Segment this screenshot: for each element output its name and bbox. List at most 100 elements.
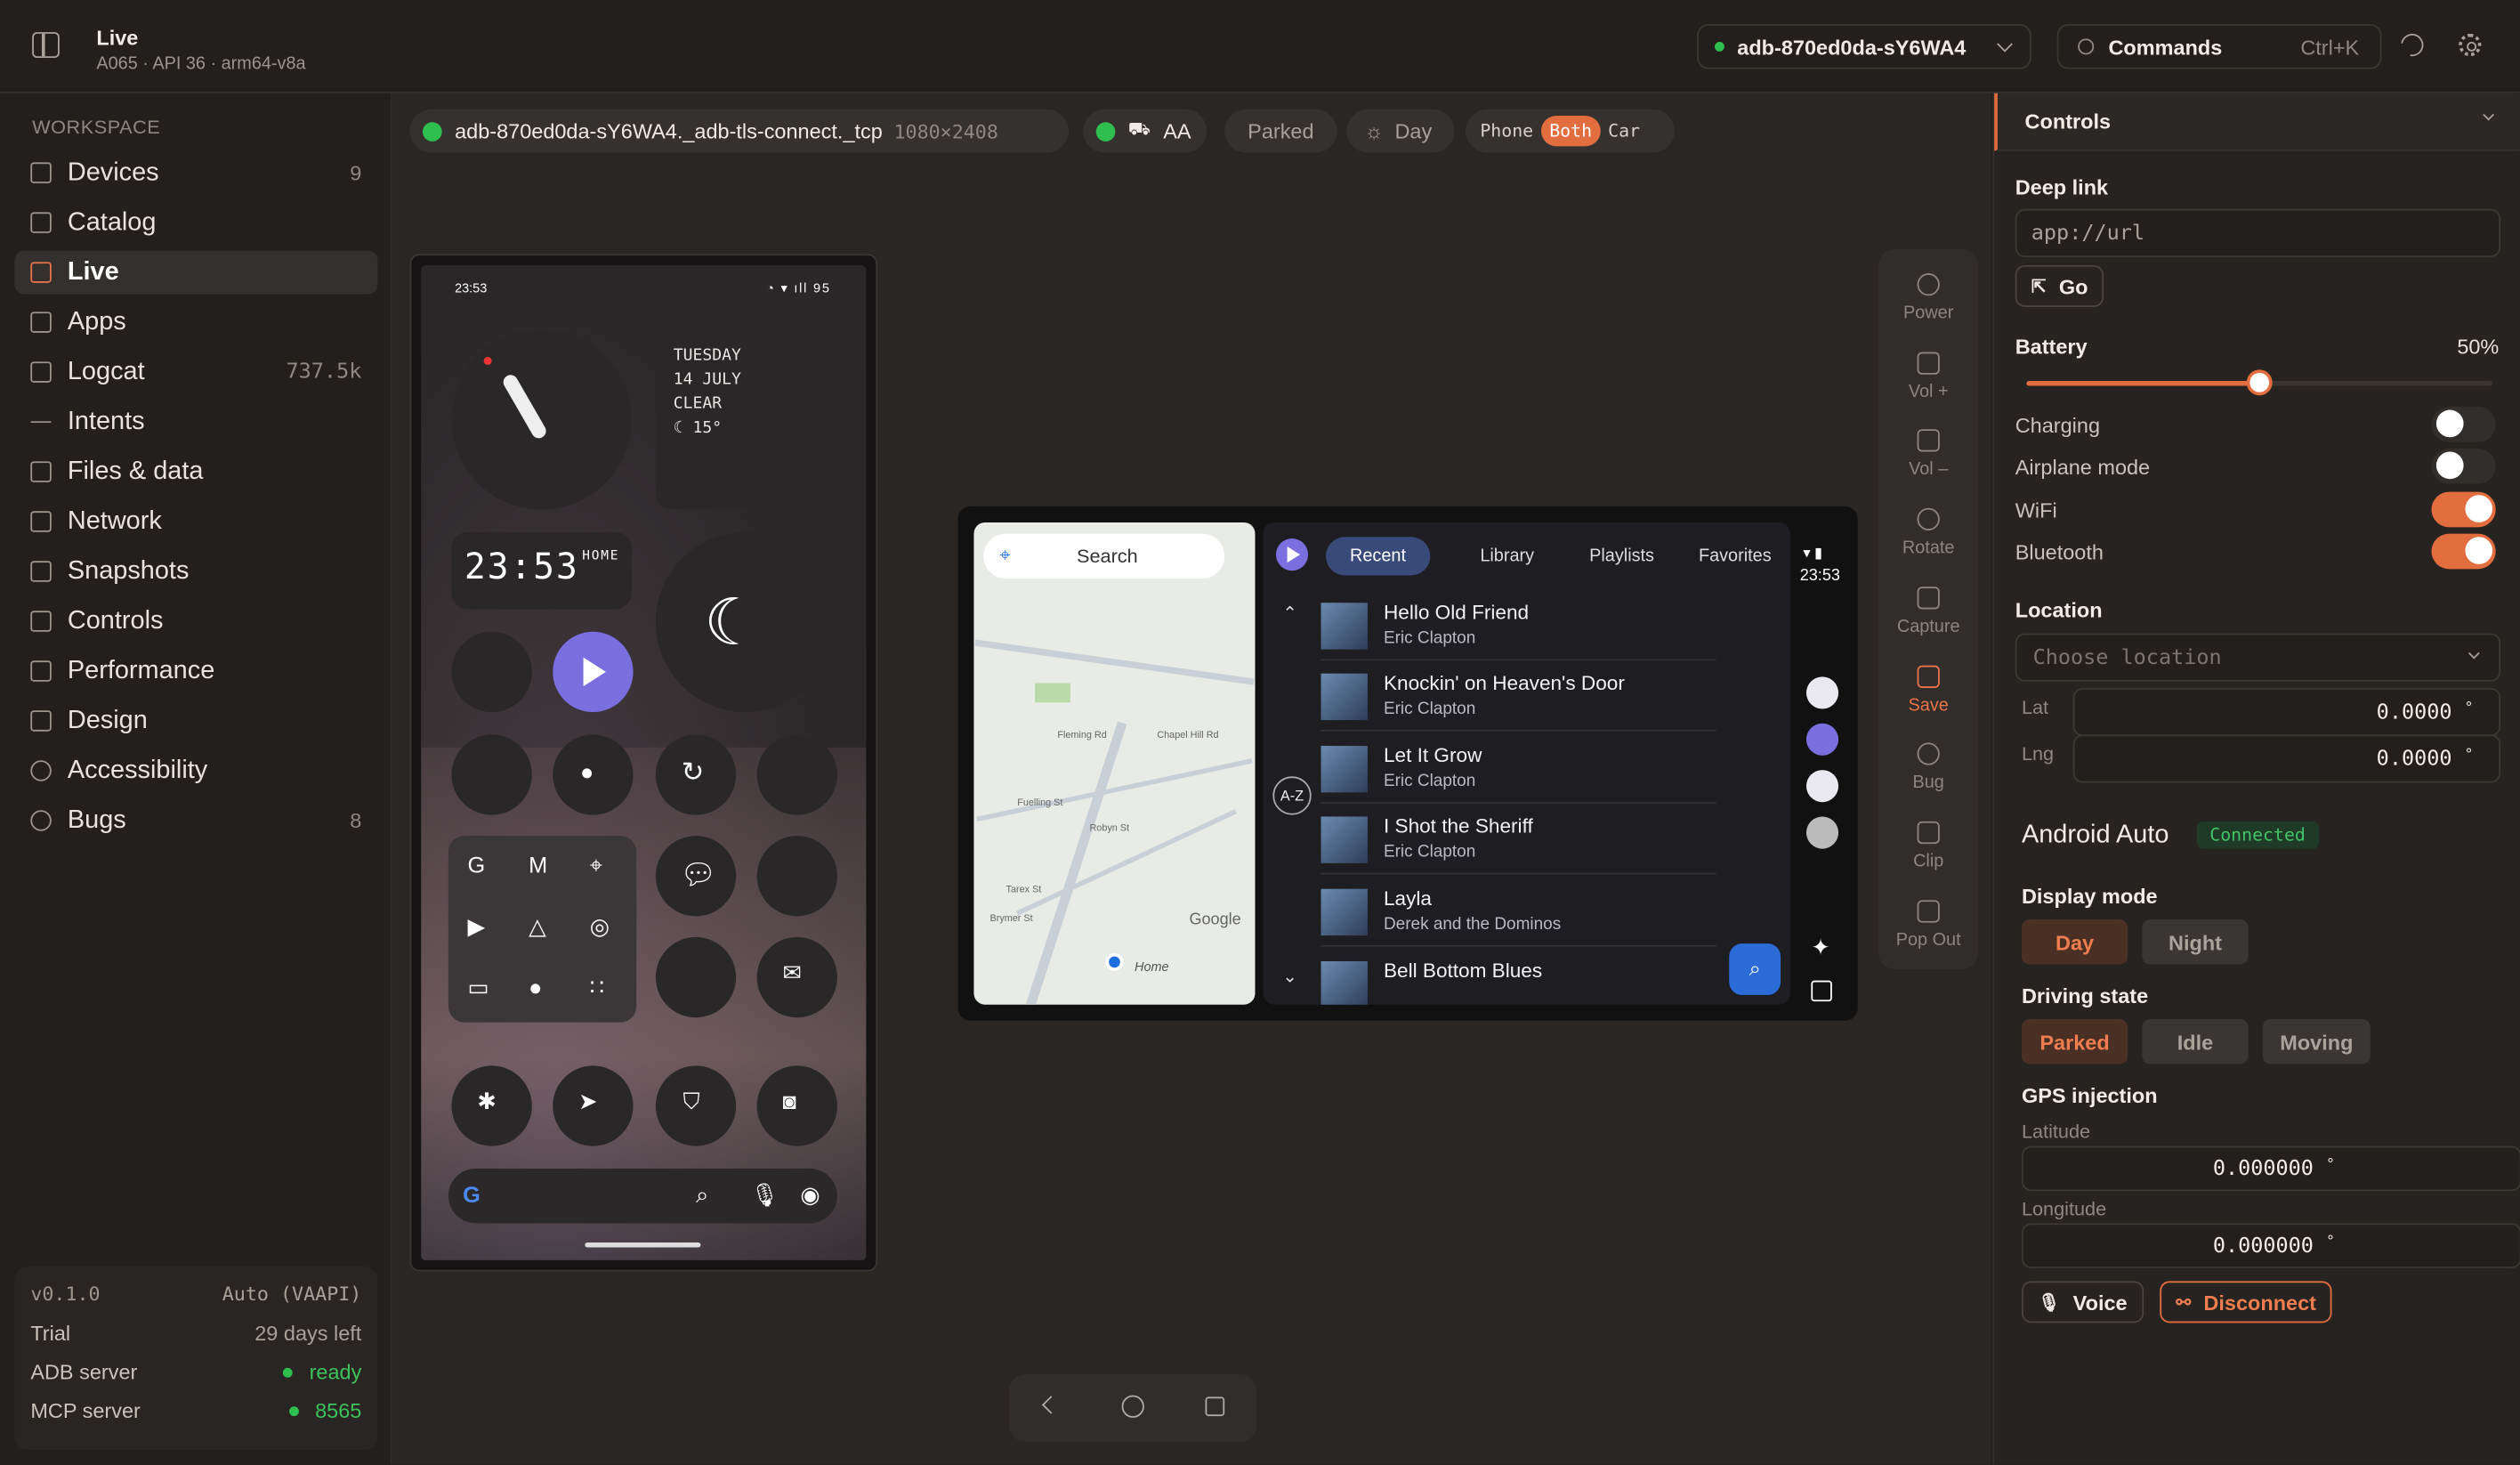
lng-input[interactable]: 0.0000 ° [2072, 734, 2501, 783]
view-mode-both[interactable]: Both [1541, 116, 1601, 147]
tab-favorites[interactable]: Favorites [1675, 537, 1796, 575]
search-icon[interactable]: ⌕ [1729, 943, 1781, 995]
connection-chip[interactable]: adb-870ed0da-sY6WA4._adb-tls-connect._tc… [409, 109, 1069, 153]
list-item[interactable]: Knockin' on Heaven's Door Eric Clapton [1321, 660, 1716, 732]
sidebar-item-accessibility[interactable]: Accessibility [14, 749, 377, 793]
driving-state-parked[interactable]: Parked [2021, 1019, 2128, 1064]
command-palette-button[interactable]: Commands Ctrl+K [2056, 24, 2382, 69]
camera-app[interactable]: ◙ [756, 1065, 837, 1146]
digital-clock-widget[interactable]: 23:53 HOME [451, 531, 632, 610]
driving-state-idle[interactable]: Idle [2142, 1019, 2249, 1064]
tab-library[interactable]: Library [1456, 537, 1558, 575]
view-mode-car[interactable]: Car [1600, 116, 1648, 146]
gesture-bar[interactable] [585, 1242, 701, 1248]
power-button[interactable]: Power [1878, 273, 1978, 323]
clip-button[interactable]: Clip [1878, 821, 1978, 871]
list-item[interactable]: Hello Old Friend Eric Clapton [1321, 590, 1716, 661]
map-search-box[interactable]: ⌖ Search [983, 533, 1225, 579]
volume-up-button[interactable]: Vol + [1878, 352, 1978, 402]
sync-app[interactable]: ↻ [655, 734, 737, 815]
volume-down-button[interactable]: Vol – [1878, 429, 1978, 479]
theme-toggle-moon-icon[interactable] [2396, 28, 2428, 61]
gps-longitude-input[interactable]: 0.000000 ° [2021, 1223, 2520, 1268]
display-mode-day[interactable]: Day [2021, 919, 2128, 965]
battery-slider[interactable] [2026, 369, 2493, 396]
home-icon[interactable] [1121, 1395, 1144, 1418]
day-chip[interactable]: ☼ Day [1346, 109, 1455, 153]
app-launcher-icon[interactable] [1811, 980, 1832, 1002]
sidebar-item-snapshots[interactable]: Snapshots [14, 550, 377, 594]
sidebar-item-bugs[interactable]: Bugs 8 [14, 799, 377, 843]
bluetooth-toggle[interactable] [2431, 533, 2496, 570]
list-item[interactable]: Let It Grow Eric Clapton [1321, 733, 1716, 804]
analog-clock-widget[interactable] [451, 329, 632, 510]
view-mode-phone[interactable]: Phone [1472, 116, 1541, 146]
folder-shortcut[interactable] [451, 631, 532, 713]
sidebar-item-catalog[interactable]: Catalog [14, 201, 377, 245]
sidebar-item-controls[interactable]: Controls [14, 600, 377, 643]
disconnect-button[interactable]: ⚯ Disconnect [2160, 1281, 2333, 1323]
charging-toggle[interactable] [2431, 406, 2496, 442]
device-selector[interactable]: adb-870ed0da-sY6WA4 [1697, 24, 2031, 69]
sidebar-item-logcat[interactable]: Logcat 737.5k [14, 351, 377, 394]
battery-slider-knob[interactable] [2246, 369, 2273, 396]
contacts-app[interactable]: ● [553, 734, 634, 815]
sidebar-item-network[interactable]: Network [14, 500, 377, 544]
sidebar-item-devices[interactable]: Devices 9 [14, 151, 377, 195]
sidebar-item-design[interactable]: Design [14, 700, 377, 743]
controls-panel-header[interactable]: Controls [1994, 93, 2520, 151]
sidebar-item-apps[interactable]: Apps [14, 301, 377, 344]
gps-latitude-input[interactable]: 0.000000 ° [2021, 1145, 2520, 1192]
display-mode-night[interactable]: Night [2142, 919, 2249, 965]
go-button[interactable]: ⇱ Go [2015, 264, 2104, 307]
social-folder[interactable] [655, 936, 737, 1018]
android-auto-display[interactable]: Fleming Rd Robyn St Chapel Hill Rd Fuell… [957, 506, 1858, 1021]
scroll-up-icon[interactable]: ⌃ [1282, 603, 1297, 624]
wifi-toggle[interactable] [2431, 491, 2496, 528]
vpn-app[interactable]: ⛉ [655, 1065, 737, 1146]
messages-app[interactable]: 💬︎ [655, 836, 737, 917]
az-button[interactable]: A-Z [1272, 776, 1312, 815]
map-card[interactable]: Fleming Rd Robyn St Chapel Hill Rd Fuell… [973, 522, 1256, 1005]
airplane-mode-toggle[interactable] [2431, 448, 2496, 484]
toggle-widget[interactable] [756, 734, 837, 815]
moon-widget[interactable]: ☾ [655, 531, 836, 713]
driving-state-moving[interactable]: Moving [2262, 1019, 2371, 1064]
scroll-down-icon[interactable]: ⌄ [1282, 966, 1297, 987]
bug-button[interactable]: Bug [1878, 742, 1978, 792]
android-auto-chip[interactable]: ⛟ AA [1083, 109, 1208, 153]
voice-button[interactable]: 🎙︎ Voice [2021, 1281, 2144, 1323]
telegram-app[interactable]: ➤ [553, 1065, 634, 1146]
back-icon[interactable] [1041, 1396, 1061, 1414]
sidebar-item-intents[interactable]: Intents [14, 401, 377, 444]
maps-app-icon[interactable] [1805, 676, 1839, 709]
sidebar-toggle-icon[interactable] [32, 32, 60, 59]
sidebar-item-performance[interactable]: Performance [14, 650, 377, 693]
parked-chip[interactable]: Parked [1224, 109, 1337, 153]
save-button[interactable]: Save [1878, 665, 1978, 716]
lat-input[interactable]: 0.0000 ° [2072, 687, 2501, 737]
shortcut-widget[interactable] [451, 734, 532, 815]
media-app-icon[interactable] [1805, 723, 1839, 756]
list-item[interactable]: I Shot the Sheriff Eric Clapton [1321, 804, 1716, 875]
google-search-bar[interactable]: G ⌕ 🎙︎ ◉ [448, 1168, 837, 1224]
phone-app-icon[interactable] [1805, 770, 1839, 803]
sidebar-item-live[interactable]: Live [14, 250, 378, 295]
deep-link-input[interactable]: app://url [2015, 208, 2501, 257]
gmail-app[interactable]: ✉ [756, 936, 837, 1018]
capture-button[interactable]: Capture [1878, 587, 1978, 636]
assistant-icon[interactable]: ✦ [1811, 934, 1829, 961]
recents-icon[interactable] [1205, 1396, 1225, 1417]
phone-screen[interactable]: 23:53 ◔ ▾ ıll 95 TUESDAY 14 JULY CLEAR ☾… [421, 264, 867, 1260]
play-button[interactable] [553, 631, 634, 713]
slack-app[interactable]: ✱ [451, 1065, 532, 1146]
settings-gear-icon[interactable] [2459, 33, 2482, 57]
tab-recent[interactable]: Recent [1325, 537, 1431, 576]
settings-widget[interactable] [756, 836, 837, 917]
pop-out-button[interactable]: Pop Out [1878, 900, 1978, 950]
sidebar-item-files[interactable]: Files & data [14, 450, 377, 494]
list-item[interactable]: Layla Derek and the Dominos [1321, 876, 1716, 947]
date-weather-widget[interactable]: TUESDAY 14 JULY CLEAR ☾ 15° [655, 329, 836, 510]
app-folder[interactable]: G M ⌖ ▶ △ ◎ ▭ ● ∷ [448, 836, 637, 1023]
settings-app-icon[interactable] [1805, 816, 1839, 849]
